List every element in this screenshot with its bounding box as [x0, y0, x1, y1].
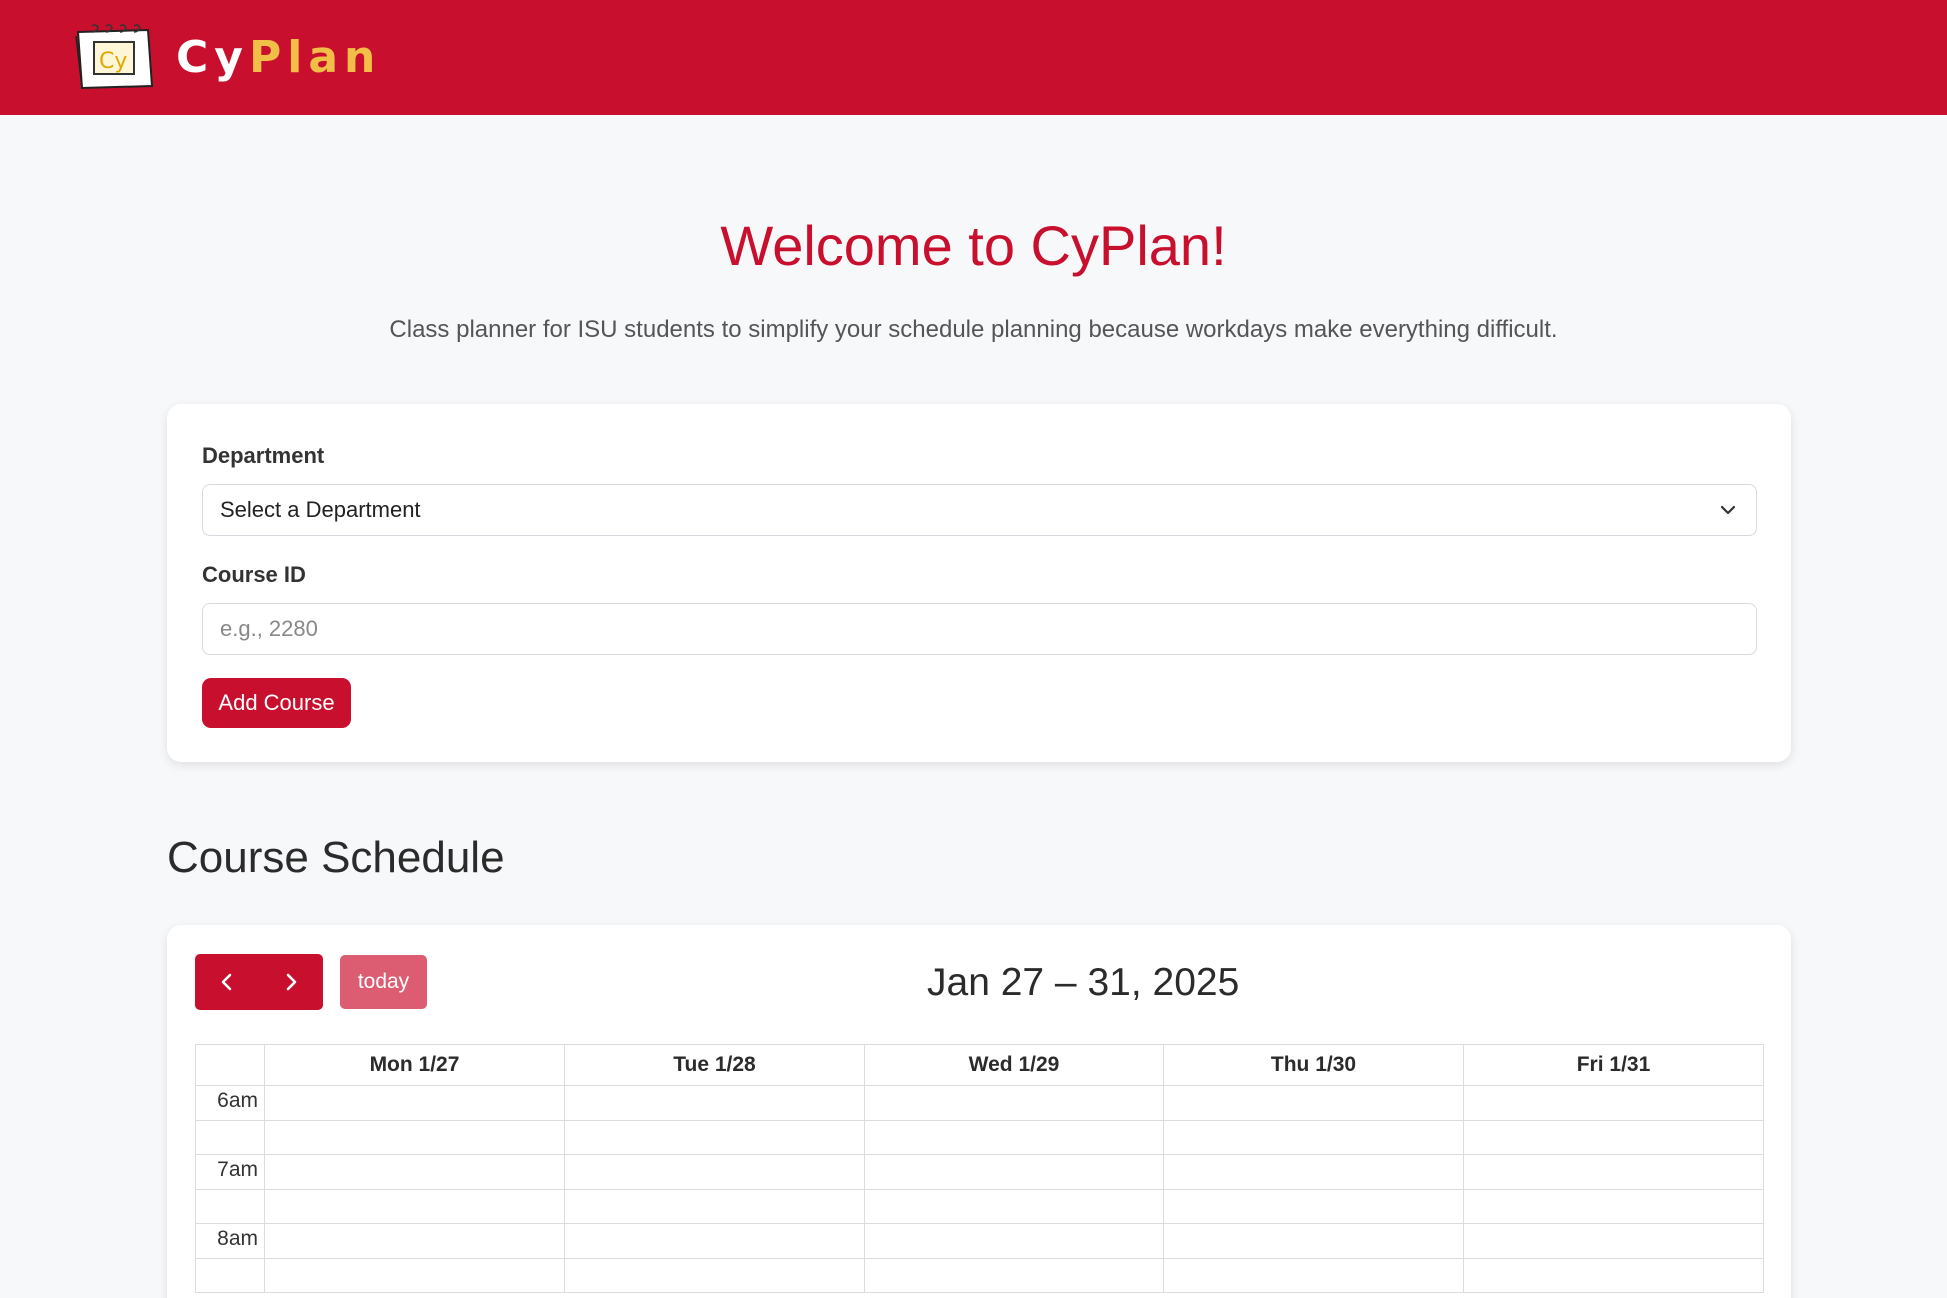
time-slot[interactable] [1463, 1119, 1764, 1155]
time-slot[interactable] [1463, 1223, 1764, 1259]
add-course-button[interactable]: Add Course [202, 678, 351, 728]
department-select[interactable]: Select a Department [202, 484, 1757, 536]
time-slot[interactable] [1463, 1085, 1764, 1121]
time-slot[interactable] [564, 1188, 865, 1224]
time-slot[interactable] [1463, 1257, 1764, 1293]
calendar-logo-icon[interactable]: Cy [74, 24, 154, 90]
chevron-left-icon [221, 973, 232, 991]
time-label: 6am [195, 1085, 265, 1121]
time-label: 8am [195, 1223, 265, 1259]
time-slot[interactable] [1463, 1188, 1764, 1224]
time-slot[interactable] [1463, 1154, 1764, 1190]
time-label: 7am [195, 1154, 265, 1190]
time-slot[interactable] [864, 1154, 1164, 1190]
time-slot[interactable] [864, 1223, 1164, 1259]
time-slot[interactable] [564, 1154, 865, 1190]
time-slot[interactable] [1163, 1257, 1464, 1293]
department-label: Department [202, 443, 325, 468]
brand-title[interactable]: CyPlan [176, 30, 381, 86]
welcome-subtitle: Class planner for ISU students to simpli… [389, 316, 1558, 343]
time-slot[interactable] [264, 1188, 565, 1224]
brand-plan: Plan [248, 32, 382, 83]
day-header: Thu 1/30 [1163, 1044, 1464, 1086]
time-slot[interactable] [264, 1085, 565, 1121]
time-slot[interactable] [1163, 1223, 1464, 1259]
time-slot[interactable] [1163, 1188, 1464, 1224]
course-id-label: Course ID [202, 562, 306, 587]
time-slot[interactable] [1163, 1085, 1464, 1121]
time-slot[interactable] [864, 1085, 1164, 1121]
week-grid: Mon 1/27 Tue 1/28 Wed 1/29 Thu 1/30 Fri … [195, 1044, 1764, 1298]
chevron-down-icon [1720, 505, 1736, 515]
time-slot[interactable] [264, 1154, 565, 1190]
time-slot[interactable] [264, 1223, 565, 1259]
prev-week-button[interactable] [195, 954, 259, 1010]
chevron-right-icon [286, 973, 297, 991]
time-slot[interactable] [264, 1119, 565, 1155]
day-header: Mon 1/27 [264, 1044, 565, 1086]
day-header: Fri 1/31 [1463, 1044, 1764, 1086]
time-slot[interactable] [864, 1257, 1164, 1293]
time-axis-header [195, 1044, 265, 1086]
time-label-half [195, 1119, 265, 1155]
time-slot[interactable] [1163, 1154, 1464, 1190]
calendar-nav-group [195, 954, 323, 1010]
course-id-input[interactable]: e.g., 2280 [202, 603, 1757, 655]
day-header: Wed 1/29 [864, 1044, 1164, 1086]
course-schedule-title: Course Schedule [167, 833, 505, 882]
time-slot[interactable] [564, 1085, 865, 1121]
time-slot[interactable] [864, 1119, 1164, 1155]
top-navbar: Cy CyPlan [0, 0, 1947, 115]
time-label-half [195, 1188, 265, 1224]
time-slot[interactable] [564, 1223, 865, 1259]
day-header: Tue 1/28 [564, 1044, 865, 1086]
welcome-title: Welcome to CyPlan! [720, 214, 1227, 277]
time-slot[interactable] [1163, 1119, 1464, 1155]
calendar-range-title: Jan 27 – 31, 2025 [927, 961, 1240, 1004]
add-course-form: Department Select a Department Course ID… [167, 404, 1791, 762]
svg-text:Cy: Cy [99, 49, 127, 74]
time-slot[interactable] [864, 1188, 1164, 1224]
time-slot[interactable] [564, 1119, 865, 1155]
time-slot[interactable] [264, 1257, 565, 1293]
department-select-value: Select a Department [220, 497, 421, 522]
time-slot[interactable] [564, 1257, 865, 1293]
calendar-card: today Jan 27 – 31, 2025 Mon 1/27 Tue 1/2… [167, 925, 1791, 1298]
time-label-half [195, 1257, 265, 1293]
next-week-button[interactable] [259, 954, 323, 1010]
brand-cy: Cy [176, 32, 249, 83]
today-button[interactable]: today [340, 955, 427, 1009]
